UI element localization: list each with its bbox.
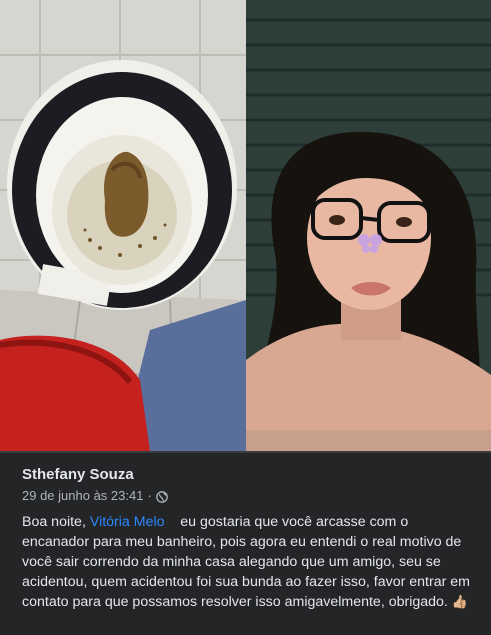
post-author[interactable]: Sthefany Souza bbox=[22, 465, 134, 484]
post-body: Boa noite, Vitória Melo eu gostaria que … bbox=[22, 512, 475, 612]
post-timestamp[interactable]: 29 de junho às 23:41 bbox=[22, 487, 143, 504]
post-text-start: Boa noite, bbox=[22, 514, 86, 530]
post-card: Sthefany Souza 29 de junho às 23:41 · Bo… bbox=[0, 451, 491, 635]
post-meta: 29 de junho às 23:41 · bbox=[22, 487, 475, 504]
thumbs-up-icon: 👍🏼 bbox=[451, 594, 469, 609]
photo-right[interactable] bbox=[246, 0, 491, 451]
photo-left[interactable] bbox=[0, 0, 246, 451]
selfie-photo bbox=[246, 0, 491, 451]
mention-link[interactable]: Vitória Melo bbox=[90, 514, 165, 530]
photo-grid bbox=[0, 0, 491, 451]
meta-separator: · bbox=[147, 488, 152, 503]
toilet-photo bbox=[0, 0, 246, 451]
globe-icon bbox=[155, 490, 168, 503]
